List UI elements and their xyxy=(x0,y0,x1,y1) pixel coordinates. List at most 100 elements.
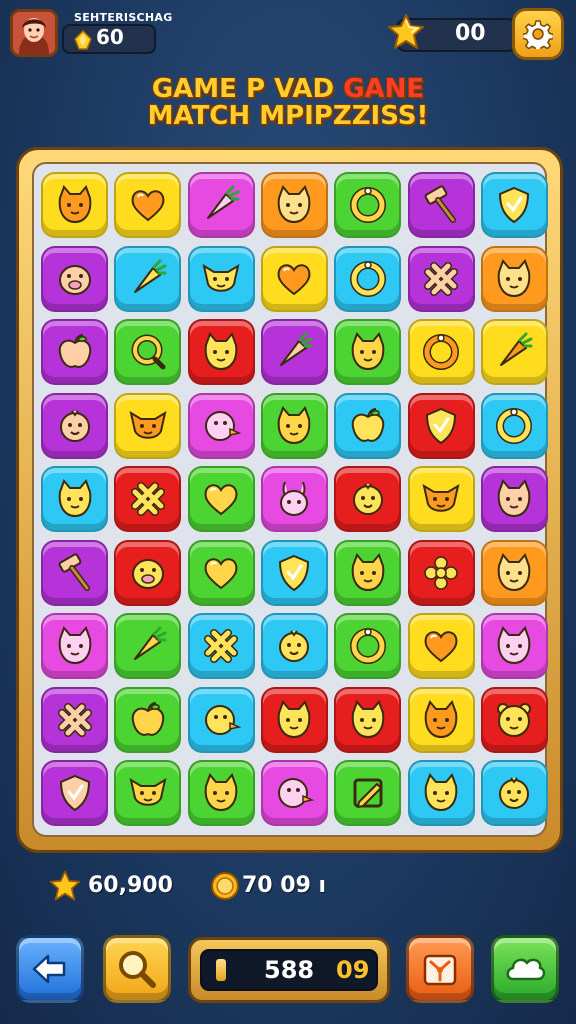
board-tile[interactable] xyxy=(41,466,108,532)
level-panel: 588 09 xyxy=(188,937,390,1003)
player-avatar[interactable] xyxy=(10,9,58,57)
board-tile[interactable] xyxy=(41,172,108,238)
player-name: SEHTERISCHAG xyxy=(74,11,173,24)
flower-icon xyxy=(424,555,458,590)
board-tile[interactable] xyxy=(260,760,328,826)
cat-face-icon xyxy=(497,626,531,665)
ring-icon xyxy=(423,334,459,370)
settings-button[interactable] xyxy=(512,8,564,60)
cat-face-icon xyxy=(497,258,531,297)
board-tile[interactable] xyxy=(480,613,548,679)
board-tile[interactable] xyxy=(407,760,475,826)
heart-icon xyxy=(204,484,238,516)
board-tile[interactable] xyxy=(41,686,108,753)
board-tile[interactable] xyxy=(480,392,548,459)
board-tile[interactable] xyxy=(334,613,402,679)
board-tile[interactable] xyxy=(187,760,255,826)
board-tile[interactable] xyxy=(260,539,328,606)
booster-button[interactable] xyxy=(406,935,474,1003)
cat-face-icon xyxy=(497,552,531,591)
board-tile[interactable] xyxy=(114,319,182,385)
board-tile[interactable] xyxy=(260,613,328,679)
board-tile[interactable] xyxy=(187,245,255,312)
score-star-icon xyxy=(49,870,81,901)
board-tile[interactable] xyxy=(480,245,548,312)
board-tile[interactable] xyxy=(114,539,182,606)
carrot-icon xyxy=(133,626,167,660)
board-tile[interactable] xyxy=(480,466,548,532)
board-tile[interactable] xyxy=(260,245,328,312)
board-tile[interactable] xyxy=(407,613,475,679)
board-tile[interactable] xyxy=(260,319,328,385)
board-tile[interactable] xyxy=(187,686,255,753)
cloud-icon xyxy=(506,958,546,981)
board-tile[interactable] xyxy=(334,539,402,606)
board-tile[interactable] xyxy=(334,466,402,532)
board-tile[interactable] xyxy=(41,539,108,606)
board-tile[interactable] xyxy=(260,466,328,532)
cat-face-icon xyxy=(351,332,384,371)
board-tile[interactable] xyxy=(480,760,548,826)
board-tile[interactable] xyxy=(260,172,328,238)
game-title-line-2: MATCH MPIPZZISS! xyxy=(147,101,429,131)
board-tile[interactable] xyxy=(114,613,182,679)
carrot-icon xyxy=(207,185,240,219)
board-tile[interactable] xyxy=(187,319,255,385)
board-tile[interactable] xyxy=(41,245,108,312)
board-tile[interactable] xyxy=(114,686,182,753)
board-tile[interactable] xyxy=(334,760,402,826)
board-tile[interactable] xyxy=(407,245,475,312)
board-tile[interactable] xyxy=(407,392,475,459)
shield-icon xyxy=(59,774,90,812)
fox-face-icon xyxy=(129,410,167,439)
level-marker xyxy=(216,959,226,981)
board-tile[interactable] xyxy=(187,539,255,606)
board-tile[interactable] xyxy=(41,392,108,459)
board-tile[interactable] xyxy=(114,760,182,826)
apple-icon xyxy=(58,334,91,368)
board-tile[interactable] xyxy=(407,466,475,532)
ring-icon xyxy=(496,407,533,444)
board-tile[interactable] xyxy=(41,613,108,679)
board-tile[interactable] xyxy=(41,319,108,385)
star-count: 00 xyxy=(455,21,486,46)
game-board xyxy=(32,162,548,837)
board-tile[interactable] xyxy=(480,172,548,238)
search-button[interactable] xyxy=(103,935,171,1003)
board-tile[interactable] xyxy=(407,319,475,385)
board-tile[interactable] xyxy=(114,466,182,532)
magnifier-icon xyxy=(119,951,156,988)
hammer-icon xyxy=(424,185,456,223)
knot-icon xyxy=(130,482,165,516)
board-tile[interactable] xyxy=(334,686,402,753)
board-tile[interactable] xyxy=(187,392,255,459)
board-tile[interactable] xyxy=(114,172,182,238)
hammer-icon xyxy=(58,552,90,591)
board-tile[interactable] xyxy=(407,539,475,606)
level-value: 588 xyxy=(264,956,315,984)
board-tile[interactable] xyxy=(187,172,255,238)
board-tile[interactable] xyxy=(334,319,402,385)
knot-icon xyxy=(204,629,239,663)
board-tile[interactable] xyxy=(187,613,255,679)
star-icon xyxy=(388,14,424,49)
board-tile[interactable] xyxy=(41,760,108,826)
board-tile[interactable] xyxy=(334,172,402,238)
back-button[interactable] xyxy=(16,935,84,1003)
board-tile[interactable] xyxy=(480,539,548,606)
board-tile[interactable] xyxy=(334,245,402,312)
board-tile[interactable] xyxy=(114,392,182,459)
board-tile[interactable] xyxy=(260,392,328,459)
board-tile[interactable] xyxy=(480,686,548,753)
board-tile[interactable] xyxy=(260,686,328,753)
player-coins: 60 xyxy=(96,25,124,49)
chat-button[interactable] xyxy=(491,935,559,1003)
heart-icon xyxy=(131,190,165,222)
board-tile[interactable] xyxy=(187,466,255,532)
board-tile[interactable] xyxy=(407,686,475,753)
board-tile[interactable] xyxy=(334,392,402,459)
board-tile[interactable] xyxy=(480,319,548,385)
shield-icon xyxy=(279,554,310,591)
board-tile[interactable] xyxy=(114,245,182,312)
board-tile[interactable] xyxy=(407,172,475,238)
